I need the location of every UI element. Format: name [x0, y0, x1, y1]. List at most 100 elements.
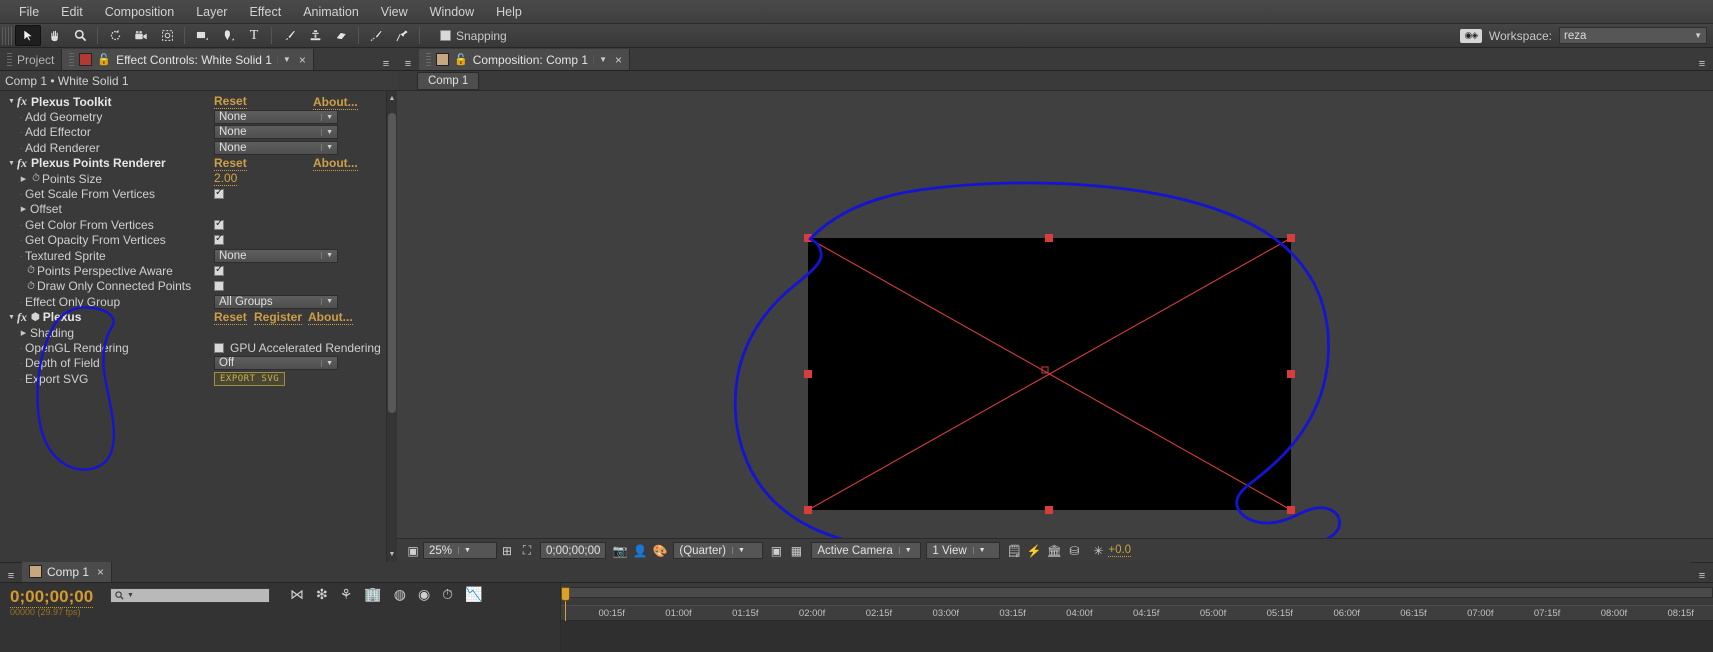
region-of-interest-icon[interactable]: ⊞: [497, 542, 517, 559]
workspace-select[interactable]: reza ▼: [1559, 27, 1707, 44]
workspace-switch-icon[interactable]: ◉◈: [1459, 28, 1482, 43]
gpu-accelerated-rendering-checkbox[interactable]: [214, 342, 224, 353]
timeline-link-icon[interactable]: 🏛: [1044, 542, 1064, 559]
timeline-search-input[interactable]: ▼: [110, 588, 270, 603]
current-time-indicator[interactable]: [561, 587, 570, 601]
collapse-transform-icon[interactable]: 🏢: [364, 586, 381, 603]
effect-header-plexus-points-renderer[interactable]: ▼ fx Plexus Points Renderer Reset About.…: [0, 156, 386, 172]
graph-icon[interactable]: 📉: [465, 586, 482, 603]
param-points-perspective-aware[interactable]: ▼ ⏱ Points Perspective Aware: [0, 263, 386, 278]
param-add-effector[interactable]: ▼ · Add Effector None ▼: [0, 125, 386, 140]
draw-only-connected-points-checkbox[interactable]: [214, 281, 224, 292]
tab-composition[interactable]: 🔓 Composition: Comp 1 ▼ ×: [419, 49, 631, 70]
add-geometry-dropdown[interactable]: None ▼: [214, 110, 338, 125]
param-add-renderer[interactable]: ▼ · Add Renderer None ▼: [0, 140, 386, 155]
twirl-down-icon[interactable]: ▼: [6, 314, 17, 321]
stopwatch-icon[interactable]: ⏱: [25, 281, 37, 292]
menu-item-window[interactable]: Window: [419, 3, 485, 21]
timeline-panel-menu-icon[interactable]: ≡: [1691, 570, 1713, 582]
menu-item-edit[interactable]: Edit: [50, 3, 94, 21]
textured-sprite-dropdown[interactable]: None ▼: [214, 248, 338, 263]
twirl-right-icon[interactable]: ▶: [17, 329, 30, 337]
effect-header-plexus-toolkit[interactable]: ▼ fx Plexus Toolkit Reset About...: [0, 94, 386, 110]
get-scale-from-vertices-checkbox[interactable]: [214, 187, 224, 200]
camera-select[interactable]: Active Camera ▼: [811, 542, 922, 559]
menu-item-file[interactable]: File: [8, 3, 50, 21]
frame-blend-icon[interactable]: ⏱: [442, 586, 453, 603]
points-perspective-aware-checkbox[interactable]: [214, 264, 224, 276]
puppet-pin-tool[interactable]: [389, 25, 415, 46]
scrollbar-thumb[interactable]: [388, 113, 396, 413]
3d-layer-icon[interactable]: ❇: [316, 586, 328, 603]
tab-menu-chevron-icon[interactable]: ▼: [276, 55, 291, 64]
show-channel-icon[interactable]: 🎨: [650, 542, 670, 559]
motion-blur-icon[interactable]: ⚘: [340, 586, 353, 603]
viewer-timecode[interactable]: 0;00;00;00: [540, 542, 607, 559]
region-interest-icon-2[interactable]: ▣: [766, 542, 786, 559]
depth-of-field-dropdown[interactable]: Off ▼: [214, 356, 338, 371]
twirl-right-icon[interactable]: ▶: [17, 175, 30, 183]
param-export-svg[interactable]: ▼· Export SVG EXPORT SVG: [0, 371, 386, 386]
rotation-tool[interactable]: [102, 25, 128, 46]
lock-icon[interactable]: 🔓: [97, 53, 111, 66]
reset-link[interactable]: Reset: [214, 310, 247, 325]
composition-viewer-canvas[interactable]: [397, 91, 1713, 538]
effect-controls-scrollbar[interactable]: ▲ ▼: [386, 91, 397, 562]
brush-tool[interactable]: [276, 25, 302, 46]
tab-effect-controls[interactable]: 🔓 Effect Controls: White Solid 1 ▼ ×: [62, 49, 314, 70]
work-area-bar[interactable]: [561, 587, 1713, 598]
add-effector-dropdown[interactable]: None ▼: [214, 125, 338, 140]
param-shading[interactable]: ▼ ▶ Shading: [0, 325, 386, 340]
composition-panel-grip[interactable]: ≡: [397, 58, 419, 70]
fast-previews-icon[interactable]: ⚡: [1024, 542, 1044, 559]
tab-close-icon-2[interactable]: ×: [615, 53, 622, 67]
timeline-tab-close-icon[interactable]: ×: [97, 565, 104, 579]
pan-behind-tool[interactable]: [154, 25, 180, 46]
graph-editor-icon[interactable]: ⋈: [290, 586, 304, 603]
tab-project[interactable]: Project: [0, 49, 63, 70]
camera-tool[interactable]: [128, 25, 154, 46]
snapping-checkbox[interactable]: [440, 30, 451, 41]
register-link[interactable]: Register: [254, 310, 303, 326]
effects-switch-icon[interactable]: ◉: [418, 586, 430, 603]
param-depth-of-field[interactable]: ▼ · Depth of Field Off ▼: [0, 356, 386, 371]
exposure-value[interactable]: +0.0: [1108, 544, 1132, 557]
panel-menu-icon[interactable]: ≡: [375, 58, 397, 70]
roto-brush-tool[interactable]: [363, 25, 389, 46]
views-select[interactable]: 1 View ▼: [926, 542, 1001, 559]
toggle-mask-paths-icon[interactable]: ⛶: [517, 542, 537, 559]
export-svg-button[interactable]: EXPORT SVG: [214, 371, 286, 386]
tab-menu-chevron-icon-2[interactable]: ▼: [593, 55, 607, 64]
param-draw-only-connected-points[interactable]: ▼ ⏱ Draw Only Connected Points: [0, 279, 386, 294]
show-snapshot-icon[interactable]: 👤: [630, 542, 650, 559]
pixel-aspect-ratio-icon[interactable]: 🗒: [1004, 542, 1024, 559]
twirl-down-icon[interactable]: ▼: [6, 160, 17, 167]
param-textured-sprite[interactable]: ▼ · Textured Sprite None ▼: [0, 248, 386, 263]
twirl-down-icon[interactable]: ▼: [6, 98, 17, 105]
reset-link[interactable]: Reset: [214, 94, 247, 110]
pen-tool[interactable]: [215, 25, 241, 46]
menu-item-view[interactable]: View: [370, 3, 419, 21]
always-preview-icon[interactable]: ▣: [403, 542, 423, 559]
scroll-down-icon[interactable]: ▼: [387, 547, 397, 562]
current-timecode[interactable]: 0;00;00;00: [10, 587, 94, 608]
menu-item-animation[interactable]: Animation: [292, 3, 370, 21]
menu-item-layer[interactable]: Layer: [185, 3, 238, 21]
lock-icon-2[interactable]: 🔓: [454, 53, 468, 66]
get-opacity-from-vertices-checkbox[interactable]: [214, 233, 224, 246]
points-size-value[interactable]: 2.00: [214, 171, 238, 187]
param-get-color-from-vertices[interactable]: ▼· Get Color From Vertices: [0, 217, 386, 232]
quality-icon[interactable]: ◍: [394, 586, 406, 603]
eraser-tool[interactable]: [328, 25, 354, 46]
tab-close-icon[interactable]: ×: [299, 53, 306, 67]
comp-panel-menu-icon[interactable]: ≡: [1691, 58, 1713, 70]
snapping-control[interactable]: Snapping: [440, 29, 507, 43]
effect-only-group-dropdown[interactable]: All Groups ▼: [214, 294, 338, 309]
subtab-comp-1[interactable]: Comp 1: [417, 71, 480, 90]
take-snapshot-icon[interactable]: 📷: [610, 542, 630, 559]
stopwatch-icon[interactable]: ⏱: [30, 173, 42, 184]
timeline-grip-icon[interactable]: ≡: [0, 570, 22, 582]
timeline-layer-area[interactable]: [561, 621, 1713, 652]
zoom-tool[interactable]: [67, 25, 93, 46]
menu-item-composition[interactable]: Composition: [94, 3, 185, 21]
